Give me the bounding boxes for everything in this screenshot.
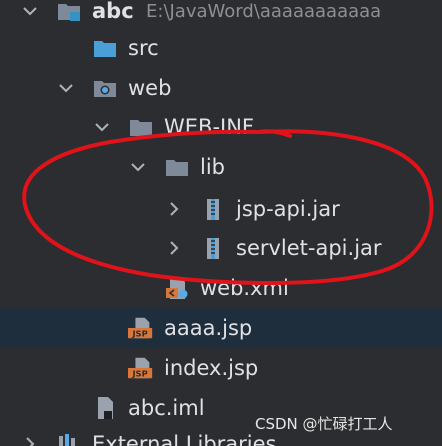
- tree-label-external-libraries: External Libraries: [92, 432, 277, 446]
- chevron-right-icon[interactable]: [164, 238, 184, 258]
- chevron-down-icon[interactable]: [20, 1, 40, 21]
- tree-label-web-xml: web.xml: [200, 276, 289, 300]
- tree-label-web-inf: WEB-INF: [164, 115, 254, 139]
- web-folder-icon: [94, 81, 116, 97]
- tree-row-aaaa-jsp[interactable]: JSP aaaa.jsp: [0, 308, 442, 348]
- module-folder-icon: [58, 4, 80, 21]
- chevron-right-icon[interactable]: [164, 199, 184, 219]
- jsp-badge-text: JSP: [131, 328, 147, 338]
- tree-label-root: abc: [92, 0, 134, 23]
- jar-icon: [207, 238, 219, 259]
- project-tree: abc E:\JavaWord\aaaaaaaaaaa src web WEB-…: [0, 0, 442, 446]
- chevron-down-icon[interactable]: [128, 157, 148, 177]
- tree-row-servlet-api-jar[interactable]: servlet-api.jar: [0, 228, 442, 268]
- chevron-down-icon[interactable]: [56, 78, 76, 98]
- tree-label-lib: lib: [200, 155, 225, 179]
- csdn-watermark: CSDN @忙碌打工人: [255, 415, 393, 433]
- tree-label-web: web: [128, 76, 172, 100]
- tree-label-aaaa-jsp: aaaa.jsp: [164, 316, 253, 340]
- project-path: E:\JavaWord\aaaaaaaaaaa: [146, 1, 382, 22]
- tree-row-web[interactable]: web: [0, 68, 442, 108]
- tree-label-jsp-api-jar: jsp-api.jar: [236, 197, 340, 221]
- xml-file-icon: [166, 277, 188, 299]
- folder-icon: [166, 160, 188, 176]
- tree-row-index-jsp[interactable]: JSP index.jsp: [0, 348, 442, 388]
- tree-row-jsp-api-jar[interactable]: jsp-api.jar: [0, 189, 442, 229]
- tree-row-web-inf[interactable]: WEB-INF: [0, 107, 442, 147]
- iml-file-icon: [98, 397, 113, 419]
- tree-row-src[interactable]: src: [0, 28, 442, 68]
- tree-label-src: src: [128, 36, 159, 60]
- jsp-file-icon: JSP: [128, 317, 153, 338]
- tree-row-lib[interactable]: lib: [0, 147, 442, 187]
- libraries-icon: [59, 434, 75, 446]
- folder-icon: [130, 120, 152, 136]
- jsp-file-icon: JSP: [128, 357, 153, 378]
- jsp-badge-text: JSP: [131, 368, 147, 378]
- jar-icon: [207, 199, 219, 220]
- chevron-right-icon[interactable]: [20, 434, 40, 446]
- tree-label-abc-iml: abc.iml: [128, 396, 205, 420]
- tree-row-web-xml[interactable]: web.xml: [0, 268, 442, 308]
- tree-label-index-jsp: index.jsp: [164, 356, 259, 380]
- folder-icon: [94, 41, 116, 57]
- chevron-down-icon[interactable]: [92, 117, 112, 137]
- tree-row-root-abc[interactable]: abc E:\JavaWord\aaaaaaaaaaa: [0, 0, 442, 31]
- tree-label-servlet-api-jar: servlet-api.jar: [236, 236, 382, 260]
